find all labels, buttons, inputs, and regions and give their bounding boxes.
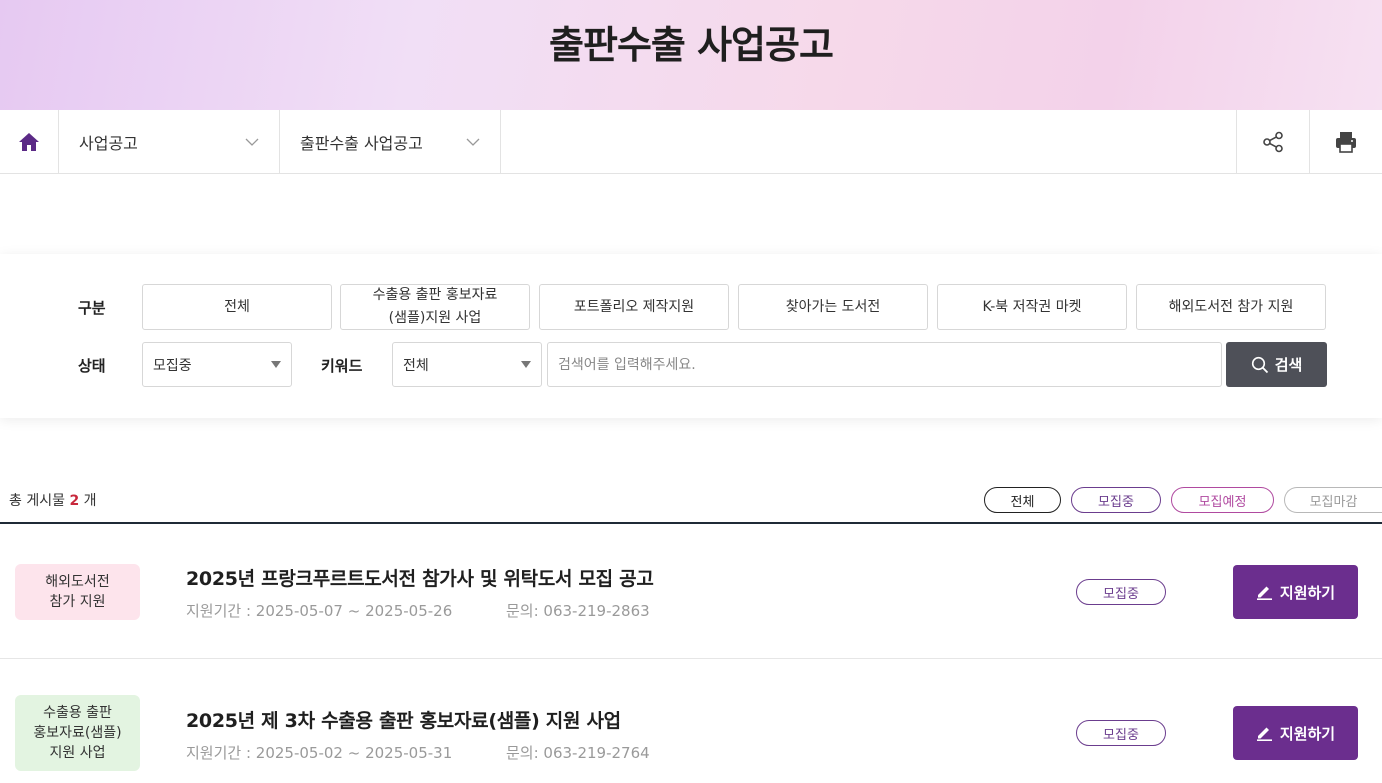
status-filter-recruiting[interactable]: 모집중 <box>1071 487 1161 513</box>
item-title-link[interactable]: 2025년 제 3차 수출용 출판 홍보자료(샘플) 지원 사업 <box>186 706 621 733</box>
list-top-divider <box>0 522 1382 524</box>
item-period: 지원기간 : 2025-05-07 ~ 2025-05-26 <box>186 602 453 620</box>
apply-button-label: 지원하기 <box>1279 724 1336 743</box>
post-count-number: 2 <box>69 493 80 509</box>
search-icon <box>1251 356 1268 373</box>
item-meta: 지원기간 : 2025-05-02 ~ 2025-05-31 문의: 063-2… <box>186 742 650 763</box>
item-contact: 문의: 063-219-2764 <box>506 744 650 762</box>
item-title-link[interactable]: 2025년 프랑크푸르트도서전 참가사 및 위탁도서 모집 공고 <box>186 564 654 591</box>
breadcrumb: 사업공고 출판수출 사업공고 <box>0 110 1382 174</box>
share-icon <box>1263 131 1283 152</box>
caret-down-icon <box>521 361 531 368</box>
category-label: 구분 <box>78 299 106 317</box>
home-icon <box>19 132 39 151</box>
category-sample-support-button[interactable]: 수출용 출판 홍보자료 (샘플)지원 사업 <box>340 284 530 330</box>
item-category-tag: 해외도서전 참가 지원 <box>15 564 140 620</box>
category-portfolio-button[interactable]: 포트폴리오 제작지원 <box>539 284 729 330</box>
print-icon <box>1336 131 1356 153</box>
pencil-icon <box>1256 727 1272 741</box>
apply-button[interactable]: 지원하기 <box>1233 706 1358 760</box>
print-button[interactable] <box>1309 110 1382 173</box>
page-title: 출판수출 사업공고 <box>549 22 834 67</box>
category-visiting-bookfair-button[interactable]: 찾아가는 도서전 <box>738 284 928 330</box>
breadcrumb-spacer <box>501 110 1236 173</box>
caret-down-icon <box>271 361 281 368</box>
keyword-label: 키워드 <box>321 357 363 375</box>
item-category-tag: 수출용 출판 홍보자료(샘플) 지원 사업 <box>15 695 140 771</box>
breadcrumb-level1-dropdown[interactable]: 사업공고 <box>59 110 280 173</box>
share-button[interactable] <box>1236 110 1309 173</box>
filter-panel: 구분 전체 수출용 출판 홍보자료 (샘플)지원 사업 포트폴리오 제작지원 찾… <box>0 254 1382 418</box>
search-button[interactable]: 검색 <box>1226 342 1327 387</box>
category-all-button[interactable]: 전체 <box>142 284 332 330</box>
status-select-value: 모집중 <box>153 357 192 374</box>
category-overseas-bookfair-button[interactable]: 해외도서전 참가 지원 <box>1136 284 1326 330</box>
breadcrumb-level1-label: 사업공고 <box>79 133 138 153</box>
keyword-select-value: 전체 <box>403 357 429 374</box>
chevron-down-icon <box>245 138 259 146</box>
search-input[interactable] <box>547 342 1222 387</box>
home-button[interactable] <box>0 110 59 173</box>
pencil-icon <box>1256 586 1272 600</box>
status-filter-upcoming[interactable]: 모집예정 <box>1171 487 1274 513</box>
post-count: 총 게시물 2 개 <box>9 493 97 509</box>
category-kbook-market-button[interactable]: K-북 저작권 마켓 <box>937 284 1127 330</box>
status-filter-all[interactable]: 전체 <box>984 487 1061 513</box>
status-label: 상태 <box>78 357 106 375</box>
search-button-label: 검색 <box>1274 356 1303 374</box>
apply-button-label: 지원하기 <box>1279 583 1336 602</box>
keyword-select[interactable]: 전체 <box>392 342 542 387</box>
item-status-badge: 모집중 <box>1076 720 1166 746</box>
row-divider <box>0 658 1382 659</box>
item-contact: 문의: 063-219-2863 <box>506 602 650 620</box>
breadcrumb-level2-label: 출판수출 사업공고 <box>300 133 423 153</box>
chevron-down-icon <box>466 138 480 146</box>
breadcrumb-level2-dropdown[interactable]: 출판수출 사업공고 <box>280 110 501 173</box>
apply-button[interactable]: 지원하기 <box>1233 565 1358 619</box>
item-meta: 지원기간 : 2025-05-07 ~ 2025-05-26 문의: 063-2… <box>186 600 650 621</box>
status-select[interactable]: 모집중 <box>142 342 292 387</box>
item-period: 지원기간 : 2025-05-02 ~ 2025-05-31 <box>186 744 453 762</box>
page-header: 출판수출 사업공고 <box>0 0 1382 110</box>
status-filter-closed[interactable]: 모집마감 <box>1284 487 1382 513</box>
item-status-badge: 모집중 <box>1076 579 1166 605</box>
